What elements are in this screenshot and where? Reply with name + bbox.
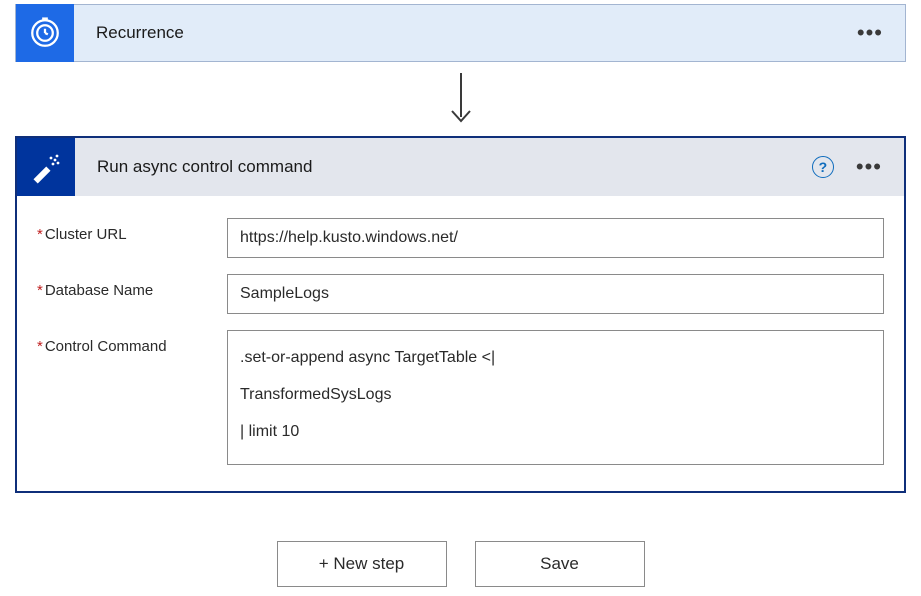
field-control-command: *Control Command .set-or-append async Ta… — [37, 322, 884, 473]
action-actions: ? ••• — [812, 156, 904, 178]
field-label: *Database Name — [37, 274, 227, 299]
arrow-connector — [15, 62, 906, 136]
new-step-button[interactable]: + New step — [277, 541, 447, 587]
more-icon[interactable]: ••• — [856, 156, 882, 178]
field-label: *Control Command — [37, 330, 227, 355]
trigger-title: Recurrence — [74, 23, 857, 43]
save-button[interactable]: Save — [475, 541, 645, 587]
field-cluster-url: *Cluster URL — [37, 210, 884, 266]
action-form: *Cluster URL *Database Name *Control Com… — [17, 196, 904, 491]
help-icon[interactable]: ? — [812, 156, 834, 178]
kusto-icon — [17, 138, 75, 196]
footer-buttons: + New step Save — [15, 541, 906, 587]
more-icon[interactable]: ••• — [857, 22, 883, 44]
database-name-input[interactable] — [227, 274, 884, 314]
trigger-card[interactable]: Recurrence ••• — [15, 4, 906, 62]
recurrence-icon — [16, 4, 74, 62]
action-title: Run async control command — [75, 157, 812, 177]
field-label: *Cluster URL — [37, 218, 227, 243]
cluster-url-input[interactable] — [227, 218, 884, 258]
action-header[interactable]: Run async control command ? ••• — [17, 138, 904, 196]
action-card: Run async control command ? ••• *Cluster… — [15, 136, 906, 493]
trigger-actions: ••• — [857, 22, 905, 44]
field-database-name: *Database Name — [37, 266, 884, 322]
control-command-input[interactable]: .set-or-append async TargetTable <| Tran… — [227, 330, 884, 465]
